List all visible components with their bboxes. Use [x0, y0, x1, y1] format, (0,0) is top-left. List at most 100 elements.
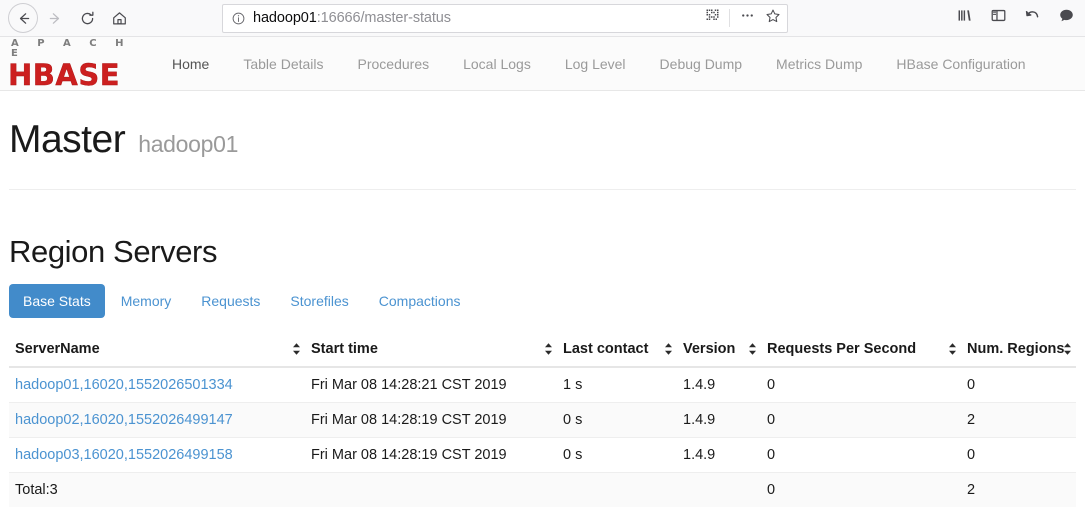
qr-code-icon[interactable]	[705, 8, 720, 28]
nav-item-metrics-dump[interactable]: Metrics Dump	[759, 56, 879, 72]
address-bar-actions	[705, 7, 781, 29]
url-path: :16666/master-status	[317, 10, 451, 26]
column-header-num-regions-label: Num. Regions	[967, 341, 1064, 357]
sort-icon[interactable]	[748, 343, 757, 356]
column-header-version[interactable]: Version	[677, 332, 761, 367]
region-servers-tabs: Base Stats Memory Requests Storefiles Co…	[9, 284, 1076, 318]
undo-icon[interactable]	[1024, 7, 1041, 29]
table-header: ServerName Start time Last contact	[9, 332, 1076, 367]
cell-num-regions: 2	[961, 403, 1076, 438]
column-header-requests-per-second-label: Requests Per Second	[767, 341, 916, 357]
page-title: Master	[9, 118, 125, 162]
nav-item-home[interactable]: Home	[155, 56, 226, 72]
cell-num-regions: 0	[961, 367, 1076, 403]
cell-start-time: Fri Mar 08 14:28:19 CST 2019	[305, 438, 557, 473]
cell-servername: hadoop01,16020,1552026501334	[9, 367, 305, 403]
hbase-nav-links: Home Table Details Procedures Local Logs…	[155, 56, 1043, 72]
cell-start-time: Fri Mar 08 14:28:19 CST 2019	[305, 403, 557, 438]
hbase-navbar: A P A C H E HBASE Home Table Details Pro…	[0, 37, 1085, 91]
url-host: hadoop01	[253, 10, 317, 26]
page-content: Master hadoop01 Region Servers Base Stat…	[0, 91, 1085, 507]
column-header-start-time[interactable]: Start time	[305, 332, 557, 367]
tab-memory[interactable]: Memory	[107, 284, 186, 318]
table-header-row: ServerName Start time Last contact	[9, 332, 1076, 367]
column-header-num-regions[interactable]: Num. Regions	[961, 332, 1076, 367]
sort-icon[interactable]	[948, 343, 957, 356]
cell-requests-per-second: 0	[761, 367, 961, 403]
tab-base-stats[interactable]: Base Stats	[9, 284, 105, 318]
table-body: hadoop01,16020,1552026501334 Fri Mar 08 …	[9, 367, 1076, 507]
table-row: hadoop03,16020,1552026499158 Fri Mar 08 …	[9, 438, 1076, 473]
column-header-last-contact-label: Last contact	[563, 341, 648, 357]
cell-last-contact: 1 s	[557, 367, 677, 403]
cell-total-last-contact	[557, 473, 677, 508]
tab-requests[interactable]: Requests	[187, 284, 274, 318]
reload-button[interactable]	[72, 3, 102, 33]
info-icon[interactable]	[231, 11, 246, 26]
page-subtitle: hadoop01	[138, 131, 238, 158]
logo-hbase-text: HBASE	[8, 61, 155, 90]
sidebar-icon[interactable]	[990, 7, 1007, 29]
home-icon	[111, 10, 128, 27]
column-header-version-label: Version	[683, 341, 735, 357]
column-header-last-contact[interactable]: Last contact	[557, 332, 677, 367]
back-button[interactable]	[8, 3, 38, 33]
server-link[interactable]: hadoop03,16020,1552026499158	[15, 447, 233, 463]
home-button[interactable]	[104, 3, 134, 33]
nav-item-hbase-configuration[interactable]: HBase Configuration	[879, 56, 1042, 72]
server-link[interactable]: hadoop02,16020,1552026499147	[15, 412, 233, 428]
hbase-logo[interactable]: A P A C H E HBASE	[8, 37, 155, 90]
cell-version: 1.4.9	[677, 438, 761, 473]
back-arrow-icon	[15, 10, 32, 27]
tab-compactions[interactable]: Compactions	[365, 284, 475, 318]
cell-requests-per-second: 0	[761, 403, 961, 438]
address-bar-container: hadoop01:16666/master-status	[222, 4, 788, 33]
region-servers-table: ServerName Start time Last contact	[9, 332, 1076, 507]
cell-total-label: Total:3	[9, 473, 305, 508]
sort-icon[interactable]	[292, 343, 301, 356]
address-bar-divider	[729, 9, 730, 27]
nav-item-procedures[interactable]: Procedures	[341, 56, 447, 72]
logo-apache-text: A P A C H E	[8, 39, 155, 59]
pocket-icon[interactable]	[1058, 7, 1075, 29]
column-header-servername-label: ServerName	[15, 341, 100, 357]
header-divider	[9, 189, 1076, 190]
cell-requests-per-second: 0	[761, 438, 961, 473]
forward-arrow-icon	[47, 10, 64, 27]
cell-version: 1.4.9	[677, 367, 761, 403]
section-title-region-servers: Region Servers	[9, 234, 1076, 270]
cell-last-contact: 0 s	[557, 438, 677, 473]
page-header: Master hadoop01	[9, 91, 1076, 162]
star-icon[interactable]	[765, 8, 781, 29]
table-total-row: Total:3 0 2	[9, 473, 1076, 508]
tab-storefiles[interactable]: Storefiles	[276, 284, 362, 318]
nav-item-debug-dump[interactable]: Debug Dump	[643, 56, 760, 72]
cell-num-regions: 0	[961, 438, 1076, 473]
cell-start-time: Fri Mar 08 14:28:21 CST 2019	[305, 367, 557, 403]
url-text[interactable]: hadoop01:16666/master-status	[253, 10, 698, 26]
cell-total-version	[677, 473, 761, 508]
more-actions-icon[interactable]	[739, 7, 756, 29]
library-icon[interactable]	[956, 7, 973, 29]
sort-icon[interactable]	[1063, 343, 1072, 356]
cell-servername: hadoop03,16020,1552026499158	[9, 438, 305, 473]
nav-item-table-details[interactable]: Table Details	[226, 56, 340, 72]
nav-item-log-level[interactable]: Log Level	[548, 56, 643, 72]
forward-button[interactable]	[40, 3, 70, 33]
cell-servername: hadoop02,16020,1552026499147	[9, 403, 305, 438]
nav-item-local-logs[interactable]: Local Logs	[446, 56, 548, 72]
address-bar[interactable]: hadoop01:16666/master-status	[222, 4, 788, 33]
browser-right-toolbar	[956, 7, 1075, 29]
sort-icon[interactable]	[664, 343, 673, 356]
cell-total-requests-per-second: 0	[761, 473, 961, 508]
table-row: hadoop02,16020,1552026499147 Fri Mar 08 …	[9, 403, 1076, 438]
column-header-servername[interactable]: ServerName	[9, 332, 305, 367]
column-header-start-time-label: Start time	[311, 341, 378, 357]
server-link[interactable]: hadoop01,16020,1552026501334	[15, 377, 233, 393]
cell-last-contact: 0 s	[557, 403, 677, 438]
column-header-requests-per-second[interactable]: Requests Per Second	[761, 332, 961, 367]
sort-icon[interactable]	[544, 343, 553, 356]
cell-total-num-regions: 2	[961, 473, 1076, 508]
table-row: hadoop01,16020,1552026501334 Fri Mar 08 …	[9, 367, 1076, 403]
browser-nav-buttons	[8, 3, 134, 33]
